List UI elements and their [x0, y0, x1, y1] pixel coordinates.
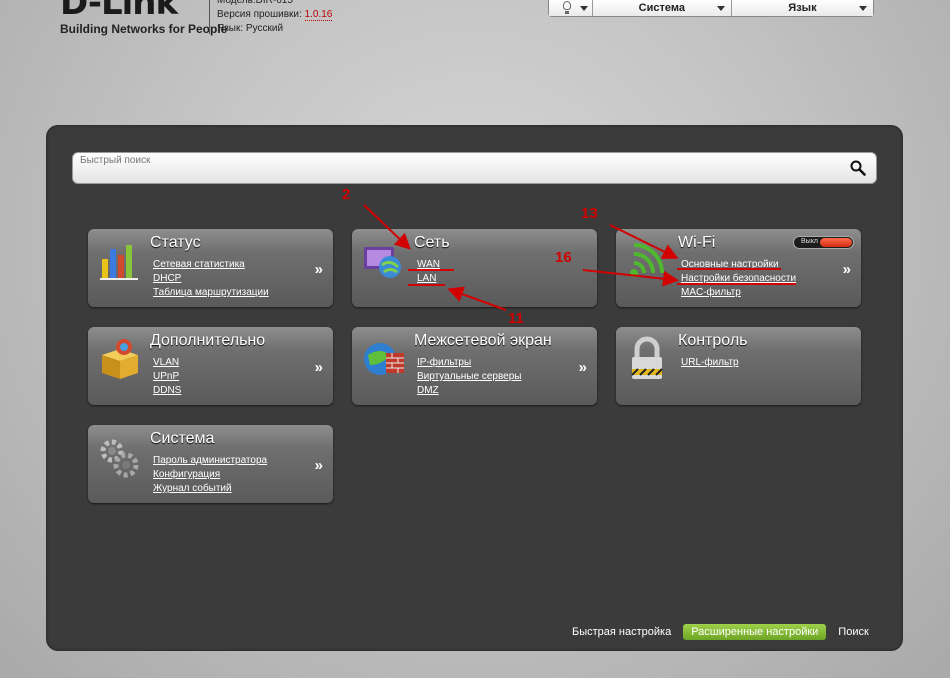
language-line: Язык: Русский [217, 23, 284, 34]
link-admin-password[interactable]: Пароль администратора [153, 454, 267, 468]
link-wan[interactable]: WAN [417, 258, 440, 272]
device-info: Модель:DIR-615 Версия прошивки: 1.0.16 Я… [217, 0, 333, 36]
tile-title: Дополнительно [150, 332, 266, 349]
tile-wifi: Wi-Fi Выкл Основные настройки Настройки … [616, 229, 861, 307]
lightbulb-icon [563, 1, 571, 14]
wifi-icon [630, 243, 664, 277]
annotation-number-13: 13 [581, 205, 598, 222]
more-arrow-icon[interactable]: » [315, 261, 323, 278]
quick-setup-link[interactable]: Быстрая настройка [572, 626, 671, 638]
help-menu[interactable] [549, 0, 593, 16]
tile-control: Контроль URL-фильтр [616, 327, 861, 405]
tile-title: Wi-Fi [678, 234, 716, 251]
tile-links: Основные настройки Настройки безопасност… [681, 258, 796, 300]
tile-network: Сеть WAN LAN [352, 229, 597, 307]
logo-text: D-Link [60, 0, 178, 23]
tile-links: Пароль администратора Конфигурация Журна… [153, 454, 267, 496]
tile-links: IP-фильтры Виртуальные серверы DMZ [417, 356, 521, 398]
bottom-nav: Быстрая настройка Расширенные настройки … [560, 623, 881, 641]
tile-links: VLAN UPnP DDNS [153, 356, 181, 398]
tile-title: Статус [150, 234, 201, 251]
link-network-stats[interactable]: Сетевая статистика [153, 258, 269, 272]
advanced-settings-button[interactable]: Расширенные настройки [683, 624, 827, 640]
tile-title: Межсетевой экран [414, 332, 552, 349]
tile-links: URL-фильтр [681, 356, 739, 370]
link-mac-filter[interactable]: MAC-фильтр [681, 286, 796, 300]
more-arrow-icon[interactable]: » [843, 261, 851, 278]
tile-links: Сетевая статистика DHCP Таблица маршрути… [153, 258, 269, 300]
annotation-number-11: 11 [508, 310, 524, 327]
firewall-globe-icon [364, 343, 404, 375]
link-configuration[interactable]: Конфигурация [153, 468, 267, 482]
chevron-down-icon [579, 6, 588, 11]
tile-status: Статус Сетевая статистика DHCP Таблица м… [88, 229, 333, 307]
system-menu[interactable]: Система [592, 0, 732, 16]
gears-icon [100, 439, 139, 478]
logo-tagline: Building Networks for People [60, 22, 228, 36]
toggle-knob [820, 238, 852, 247]
firmware-label: Версия прошивки: [217, 9, 302, 20]
language-menu[interactable]: Язык [731, 0, 873, 16]
dlink-logo: D-Link Building Networks for People [60, 0, 227, 36]
link-upnp[interactable]: UPnP [153, 370, 181, 384]
search-placeholder: Быстрый поиск [80, 155, 151, 166]
padlock-icon [631, 336, 663, 379]
more-arrow-icon[interactable]: » [579, 359, 587, 376]
more-arrow-icon[interactable]: » [315, 457, 323, 474]
toggle-label: Выкл [801, 238, 818, 245]
tile-title: Сеть [414, 234, 450, 251]
model-line: Модель:DIR-615 [217, 0, 293, 6]
tile-advanced: Дополнительно VLAN UPnP DDNS » [88, 327, 333, 405]
link-ddns[interactable]: DDNS [153, 384, 181, 398]
annotation-number-2: 2 [342, 186, 351, 203]
language-menu-label: Язык [788, 2, 817, 14]
tile-system: Система Пароль администратора Конфигурац… [88, 425, 333, 503]
link-dmz[interactable]: DMZ [417, 384, 521, 398]
chevron-down-icon [859, 6, 867, 11]
header-divider [209, 0, 210, 34]
magnifier-icon[interactable] [850, 160, 866, 176]
link-vlan[interactable]: VLAN [153, 356, 181, 370]
box-icon [102, 339, 138, 379]
tile-title: Контроль [678, 332, 748, 349]
system-menu-label: Система [638, 2, 685, 14]
chevron-down-icon [716, 6, 725, 11]
link-ip-filters[interactable]: IP-фильтры [417, 356, 521, 370]
search-link[interactable]: Поиск [838, 626, 868, 638]
tile-firewall: Межсетевой экран IP-фильтры Виртуальные … [352, 327, 597, 405]
wifi-toggle[interactable]: Выкл [793, 236, 854, 249]
more-arrow-icon[interactable]: » [315, 359, 323, 376]
link-routing-table[interactable]: Таблица маршрутизации [153, 286, 269, 300]
firmware-line: Версия прошивки: 1.0.16 [217, 8, 333, 22]
link-wifi-basic[interactable]: Основные настройки [681, 258, 796, 272]
quick-search-input[interactable]: Быстрый поиск [72, 152, 877, 184]
tile-title: Система [150, 430, 215, 447]
link-event-log[interactable]: Журнал событий [153, 482, 267, 496]
link-virtual-servers[interactable]: Виртуальные серверы [417, 370, 521, 384]
link-lan[interactable]: LAN [417, 272, 440, 286]
annotation-number-16: 16 [555, 249, 572, 266]
link-url-filter[interactable]: URL-фильтр [681, 356, 739, 370]
top-menu-bar: Система Язык [548, 0, 874, 17]
link-wifi-security[interactable]: Настройки безопасности [681, 272, 796, 286]
tile-links: WAN LAN [417, 258, 440, 286]
network-globe-icon [364, 247, 401, 278]
link-dhcp[interactable]: DHCP [153, 272, 269, 286]
firmware-version[interactable]: 1.0.16 [304, 9, 333, 21]
status-chart-icon [100, 245, 138, 280]
